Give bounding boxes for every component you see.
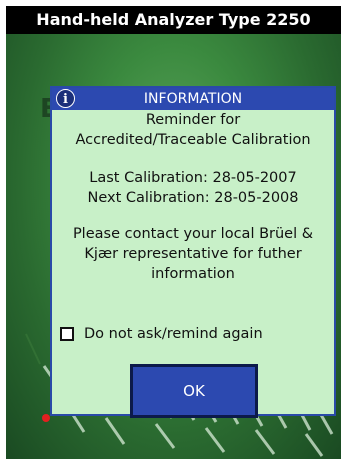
remind-checkbox-label[interactable]: Do not ask/remind again [84, 326, 263, 342]
dialog-title: INFORMATION [143, 91, 243, 107]
information-dialog: i INFORMATION Reminder for Accredited/Tr… [50, 86, 336, 418]
splash-background: E i INFORMATION Reminder for Accredited/… [6, 34, 341, 459]
dialog-header: i INFORMATION [52, 88, 334, 110]
reminder-line-2: Accredited/Traceable Calibration [75, 132, 311, 148]
device-screen: Hand-held Analyzer Type 2250 E i INFORMA… [6, 6, 341, 459]
ok-button[interactable]: OK [130, 364, 258, 418]
remind-checkbox[interactable] [60, 327, 74, 341]
remind-checkbox-row[interactable]: Do not ask/remind again [60, 326, 263, 342]
dialog-body: Reminder for Accredited/Traceable Calibr… [52, 110, 334, 284]
info-icon: i [56, 89, 75, 108]
reminder-line-1: Reminder for [145, 112, 241, 128]
last-calibration-text: Last Calibration: 28-05-2007 [89, 170, 297, 186]
app-title-bar: Hand-held Analyzer Type 2250 [6, 6, 341, 34]
contact-line-3: information [151, 266, 235, 282]
contact-line-2: Kjær representative for futher [84, 246, 302, 262]
contact-line-1: Please contact your local Brüel & [72, 226, 314, 242]
red-indicator-dot [42, 414, 50, 422]
next-calibration-text: Next Calibration: 28-05-2008 [87, 190, 299, 206]
